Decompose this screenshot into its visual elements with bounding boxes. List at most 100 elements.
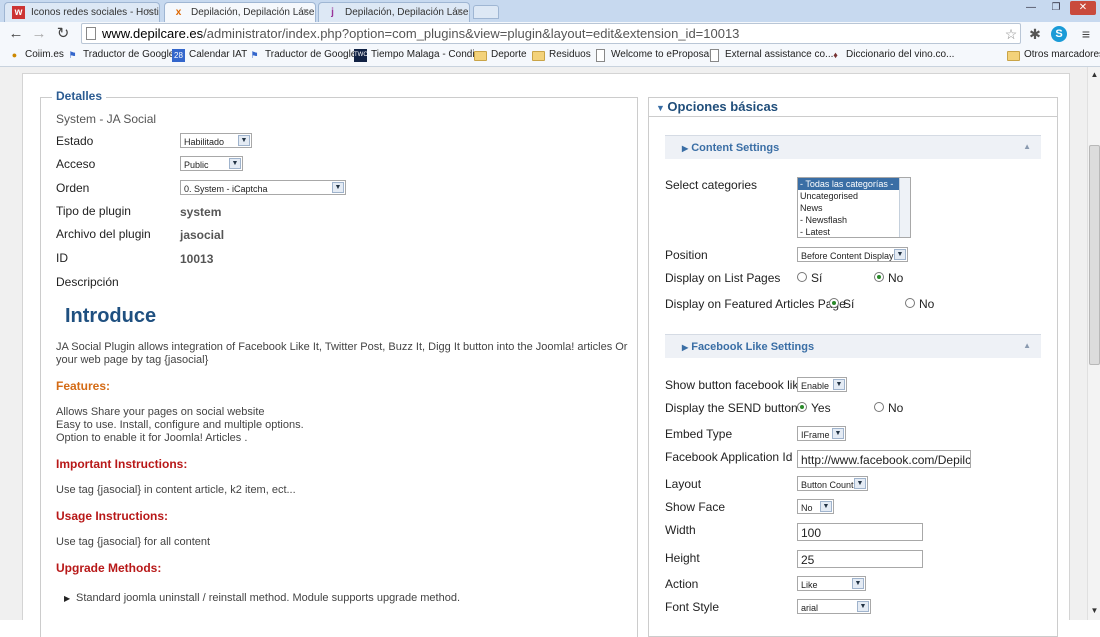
category-option[interactable]: - Todas las categorías -: [798, 178, 910, 190]
scroll-down-icon[interactable]: ▼: [1089, 605, 1100, 616]
extension-icon[interactable]: ✱: [1026, 25, 1044, 43]
scrollbar-thumb[interactable]: [1089, 145, 1100, 365]
radio-circle-checked: [874, 272, 884, 282]
bookmark-diccionario[interactable]: ♦ Diccionario del vino.co...: [829, 49, 954, 60]
descripcion-label: Descripción: [56, 275, 119, 289]
action-select[interactable]: Like ▼: [797, 576, 866, 591]
tab-depilacion[interactable]: j Depilación, Depilación Láser, I ×: [318, 2, 470, 22]
layout-select[interactable]: Button Count ▼: [797, 476, 868, 491]
radio-label: Sí: [811, 271, 823, 285]
scroll-up-icon[interactable]: ▲: [1089, 69, 1100, 80]
category-option[interactable]: News: [798, 202, 910, 214]
send-yes-radio[interactable]: Yes: [797, 401, 831, 415]
back-icon[interactable]: ←: [6, 24, 26, 44]
menu-icon[interactable]: ≡: [1077, 25, 1095, 43]
page-icon: [596, 49, 605, 62]
featured-si-radio[interactable]: Sí: [829, 297, 854, 311]
bookmark-tiempo[interactable]: TWC Tiempo Malaga - Condi...: [354, 49, 483, 62]
bookmark-otros[interactable]: Otros marcadores: [1007, 49, 1100, 61]
orden-select[interactable]: 0. System - iCaptcha ▼: [180, 180, 346, 195]
tab-title: Depilación, Depilación Láser, I: [191, 7, 316, 18]
bookmark-coiim[interactable]: ● Coiim.es: [8, 49, 64, 60]
bookmark-eproposal[interactable]: Welcome to eProposal.: [594, 49, 714, 62]
reload-icon[interactable]: ↻: [53, 24, 73, 44]
estado-label: Estado: [56, 134, 94, 148]
width-input[interactable]: 100: [797, 523, 923, 541]
bookmark-label: Traductor de Google: [265, 49, 357, 60]
position-value: Before Content Display: [801, 251, 894, 261]
tab-depilacion-active[interactable]: x Depilación, Depilación Láser, I ×: [164, 2, 316, 22]
bookmark-label: Traductor de Google: [83, 49, 175, 60]
url-path: /administrator/index.php?option=com_plug…: [203, 26, 740, 41]
categories-listbox[interactable]: - Todas las categorías - Uncategorised N…: [797, 177, 911, 238]
embed-type-select[interactable]: IFrame ▼: [797, 426, 846, 441]
position-select[interactable]: Before Content Display ▼: [797, 247, 908, 262]
send-no-radio[interactable]: No: [874, 401, 903, 415]
bookmark-calendar[interactable]: 28 Calendar IAT: [172, 49, 247, 62]
close-tab-icon[interactable]: ×: [147, 6, 153, 18]
page-icon: [710, 49, 719, 62]
close-window-icon[interactable]: ✕: [1070, 1, 1096, 15]
facebook-settings-toggle[interactable]: ▶ Facebook Like Settings ▲: [665, 334, 1041, 358]
estado-value: Habilitado: [184, 137, 225, 147]
chevron-down-icon: ▼: [833, 379, 845, 390]
archivo-value: jasocial: [180, 228, 225, 242]
layout-value: Button Count: [801, 480, 854, 490]
acceso-select[interactable]: Public ▼: [180, 156, 243, 171]
orden-label: Orden: [56, 181, 90, 195]
tab-iconos-redes[interactable]: w Iconos redes sociales - Hostin ×: [4, 2, 160, 22]
list-pages-si-radio[interactable]: Sí: [797, 271, 822, 285]
bookmark-star-icon[interactable]: ☆: [1002, 25, 1020, 43]
radio-circle-checked: [829, 298, 839, 308]
intro-text-2: your web page by tag {jasocial}: [56, 354, 209, 366]
bookmark-traductor[interactable]: ⚑ Traductor de Google: [66, 49, 174, 60]
estado-select[interactable]: Habilitado ▼: [180, 133, 252, 148]
minimize-icon[interactable]: —: [1020, 1, 1042, 15]
bookmark-residuos[interactable]: Residuos: [532, 49, 591, 61]
features-line-3: Option to enable it for Joomla! Articles…: [56, 432, 248, 444]
height-input[interactable]: 25: [797, 550, 923, 568]
listbox-scrollbar[interactable]: [899, 178, 910, 237]
content-settings-label: Content Settings: [691, 142, 780, 154]
bookmark-deporte[interactable]: Deporte: [474, 49, 527, 61]
show-fb-select[interactable]: Enable ▼: [797, 377, 847, 392]
app-id-input[interactable]: http://www.facebook.com/DepilcareC: [797, 450, 971, 468]
featured-no-radio[interactable]: No: [905, 297, 934, 311]
radio-circle: [874, 402, 884, 412]
list-pages-no-radio[interactable]: No: [874, 271, 903, 285]
intro-heading: Introduce: [65, 305, 157, 327]
twc-icon: TWC: [354, 49, 368, 62]
close-tab-icon[interactable]: ×: [457, 6, 463, 18]
list-pages-label: Display on List Pages: [665, 271, 781, 285]
browser-toolbar: ← → ↻ www.depilcare.es/administrator/ind…: [0, 22, 1100, 46]
upgrade-item: Standard joomla uninstall / reinstall me…: [76, 592, 461, 604]
new-tab-button[interactable]: [473, 5, 499, 19]
category-option[interactable]: Uncategorised: [798, 190, 910, 202]
translate-icon: ⚑: [68, 50, 77, 60]
address-bar[interactable]: www.depilcare.es/administrator/index.php…: [81, 23, 1021, 44]
select-categories-label: Select categories: [665, 178, 758, 192]
archivo-label: Archivo del plugin: [56, 227, 151, 241]
category-option[interactable]: - Latest: [798, 226, 910, 237]
embed-type-value: IFrame: [801, 430, 830, 440]
category-option[interactable]: - Newsflash: [798, 214, 910, 226]
skype-icon[interactable]: S: [1051, 26, 1067, 42]
content-settings-toggle[interactable]: ▶ Content Settings ▲: [665, 135, 1041, 159]
restore-icon[interactable]: ❐: [1045, 1, 1067, 15]
font-style-select[interactable]: arial ▼: [797, 599, 871, 614]
vertical-scrollbar[interactable]: ▲ ▼: [1087, 67, 1100, 620]
translate-icon: ⚑: [250, 50, 259, 60]
folder-icon: [532, 51, 545, 61]
forward-icon[interactable]: →: [29, 24, 49, 44]
tipo-label: Tipo de plugin: [56, 204, 131, 218]
bookmark-traductor-2[interactable]: ⚑ Traductor de Google: [248, 49, 356, 60]
options-heading[interactable]: ▼ Opciones básicas: [656, 99, 778, 114]
folder-icon: [1007, 51, 1020, 61]
chevron-down-icon: ▼: [820, 501, 832, 512]
folder-icon: [474, 51, 487, 61]
close-tab-icon[interactable]: ×: [303, 6, 309, 18]
chevron-down-icon: ▼: [832, 428, 844, 439]
bookmark-label: Tiempo Malaga - Condi...: [371, 49, 483, 60]
show-face-select[interactable]: No ▼: [797, 499, 834, 514]
bookmark-external[interactable]: External assistance co...: [708, 49, 833, 62]
